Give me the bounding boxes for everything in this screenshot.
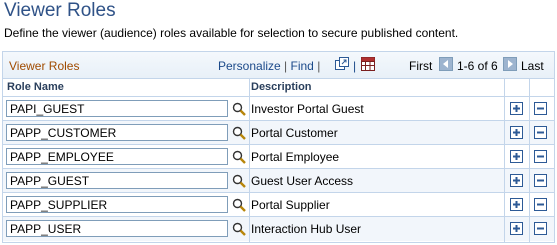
lookup-icon[interactable] (232, 198, 246, 212)
add-row-button[interactable] (510, 222, 523, 235)
find-link[interactable]: Find (291, 59, 314, 73)
role-description: Guest User Access (251, 174, 354, 188)
role-description: Interaction Hub User (251, 222, 362, 236)
next-arrow-icon[interactable] (503, 57, 517, 71)
delete-row-button[interactable] (534, 126, 547, 139)
nav-separator: | (284, 59, 288, 73)
page-description: Define the viewer (audience) roles avail… (4, 26, 459, 40)
lookup-icon[interactable] (232, 150, 246, 164)
delete-row-button[interactable] (534, 222, 547, 235)
prev-arrow-icon[interactable] (439, 57, 453, 71)
lookup-icon[interactable] (232, 222, 246, 236)
grid-header: Viewer Roles Personalize | Find | | Firs… (3, 52, 554, 79)
column-header-row: Role Name Description (3, 79, 554, 97)
add-row-button[interactable] (510, 174, 523, 187)
lookup-icon[interactable] (232, 174, 246, 188)
role-name-input[interactable] (6, 220, 228, 237)
table-row: Interaction Hub User (3, 217, 554, 241)
delete-row-button[interactable] (534, 198, 547, 211)
delete-row-button[interactable] (534, 102, 547, 115)
column-divider (249, 79, 250, 243)
add-row-button[interactable] (510, 198, 523, 211)
table-row: Portal Customer (3, 121, 554, 145)
first-label: First (409, 59, 433, 73)
role-name-input[interactable] (6, 172, 228, 189)
last-label: Last (521, 59, 544, 73)
table-row: Investor Portal Guest (3, 97, 554, 121)
nav-separator: | (353, 59, 357, 73)
role-description: Investor Portal Guest (251, 102, 364, 116)
column-header-description[interactable]: Description (251, 81, 312, 93)
view-all-icon[interactable] (335, 57, 349, 71)
add-row-button[interactable] (510, 150, 523, 163)
column-divider (504, 79, 505, 243)
lookup-icon[interactable] (232, 102, 246, 116)
table-row: Portal Employee (3, 145, 554, 169)
column-header-role-name[interactable]: Role Name (7, 81, 64, 93)
role-name-input[interactable] (6, 196, 228, 213)
range-label: 1-6 of 6 (457, 59, 498, 73)
nav-separator: | (317, 59, 321, 73)
role-description: Portal Supplier (251, 198, 330, 212)
delete-row-button[interactable] (534, 150, 547, 163)
role-name-input[interactable] (6, 148, 228, 165)
table-row: Portal Supplier (3, 193, 554, 217)
table-row: Guest User Access (3, 169, 554, 193)
role-name-input[interactable] (6, 124, 228, 141)
role-name-input[interactable] (6, 100, 228, 117)
lookup-icon[interactable] (232, 126, 246, 140)
add-row-button[interactable] (510, 102, 523, 115)
personalize-link[interactable]: Personalize (218, 59, 281, 73)
viewer-roles-grid: Viewer Roles Personalize | Find | | Firs… (2, 51, 555, 243)
page-title: Viewer Roles (4, 0, 116, 21)
download-icon[interactable] (361, 57, 375, 71)
role-description: Portal Employee (251, 150, 340, 164)
role-description: Portal Customer (251, 126, 338, 140)
grid-title: Viewer Roles (9, 59, 80, 73)
column-divider (529, 79, 530, 243)
add-row-button[interactable] (510, 126, 523, 139)
delete-row-button[interactable] (534, 174, 547, 187)
